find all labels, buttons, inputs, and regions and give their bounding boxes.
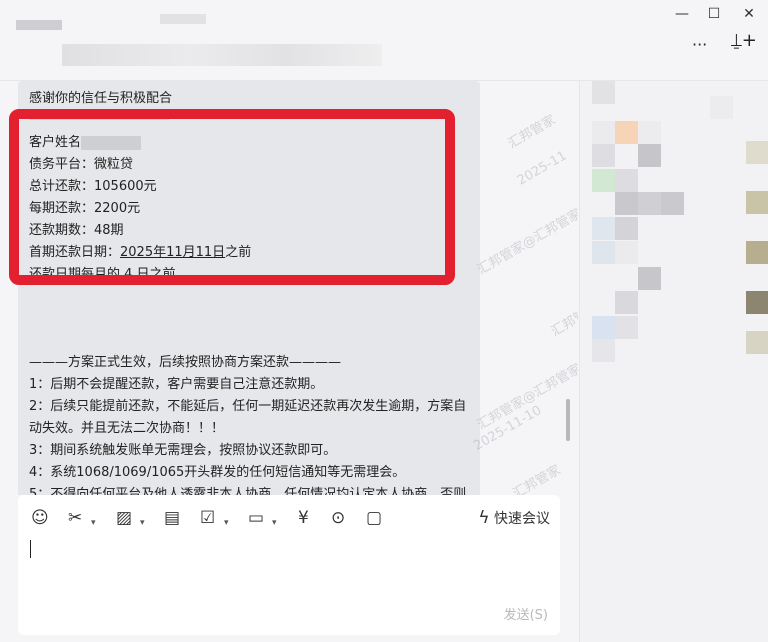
quick-meeting-label: 快速会议 [494, 511, 550, 527]
watermark: 汇邦管家 [510, 462, 564, 495]
sidebar-tile [710, 96, 733, 119]
more-icon[interactable]: ⊙ [331, 508, 345, 528]
text-cursor [30, 540, 31, 558]
lightning-icon: ϟ [478, 508, 490, 528]
more-options-icon[interactable]: ··· [692, 34, 707, 56]
sidebar-tile [615, 121, 638, 144]
close-button[interactable]: ✕ [739, 4, 759, 24]
rule-2a: 2：后续只能提前还款，不能延后，任何一期延迟还款再次发生逾期，方案自 [29, 399, 467, 414]
sidebar-tile [638, 192, 661, 215]
sidebar-tile [592, 217, 615, 240]
sidebar-tile [592, 81, 615, 104]
add-member-icon[interactable]: ⍊+ [731, 30, 757, 52]
maximize-button[interactable]: ☐ [704, 4, 724, 24]
sidebar-tile [592, 339, 615, 362]
minimize-button[interactable]: — [672, 4, 692, 24]
right-sidebar [579, 81, 768, 642]
sidebar-tile [746, 331, 768, 354]
watermark: 汇邦管家@汇邦管家 [475, 206, 578, 278]
send-button[interactable]: 发送(S) [504, 604, 548, 623]
message-list[interactable]: 感谢你的信任与积极配合 客户姓名 债务平台：微粒贷 总计还款：105600元 每… [0, 81, 578, 495]
sidebar-tile [746, 291, 768, 314]
money-icon[interactable]: ¥ [298, 508, 309, 528]
task-icon[interactable]: ☑ ▾ [200, 508, 229, 528]
chat-record-icon[interactable]: ▢ [366, 508, 382, 528]
sidebar-tile [638, 267, 661, 290]
highlight-box [9, 109, 455, 285]
chat-title-blurred [62, 44, 382, 66]
document-icon[interactable]: ▤ [164, 508, 180, 528]
sidebar-tile [615, 169, 638, 192]
rule-4: 4：系统1068/1069/1065开头群发的任何短信通知等无需理会。 [29, 465, 406, 480]
chevron-down-icon[interactable]: ▾ [140, 513, 145, 533]
chevron-down-icon[interactable]: ▾ [91, 513, 96, 533]
chat-header: ··· ⍊+ [0, 30, 768, 81]
emoji-icon[interactable]: ☺ [31, 508, 49, 528]
quick-meeting-button[interactable]: ϟ 快速会议 [478, 508, 550, 528]
sidebar-tile [746, 141, 768, 164]
sidebar-tile [592, 316, 615, 339]
chevron-down-icon[interactable]: ▾ [272, 513, 277, 533]
chevron-down-icon[interactable]: ▾ [224, 513, 229, 533]
message-scrollbar[interactable] [566, 399, 570, 441]
watermark: 2025-11 [514, 148, 570, 189]
folder-glyph: ▭ [248, 508, 265, 528]
folder-icon[interactable]: ▭ ▾ [248, 508, 277, 528]
sidebar-tile [638, 144, 661, 167]
sidebar-tile [592, 121, 615, 144]
scissors-glyph: ✂ [68, 508, 83, 528]
title-bar: — ☐ ✕ [0, 0, 768, 58]
sidebar-tile [615, 316, 638, 339]
sidebar-tile [615, 217, 638, 240]
watermark: 汇邦管家 [548, 300, 578, 340]
sidebar-tile [615, 291, 638, 314]
task-glyph: ☑ [200, 508, 216, 528]
window-title-blurred [160, 14, 206, 24]
sidebar-tile [746, 241, 768, 264]
screenshot-scissors-icon[interactable]: ✂ ▾ [68, 508, 96, 528]
sidebar-tile [592, 144, 615, 167]
sidebar-tile [592, 241, 615, 264]
message-input-area[interactable]: ☺ ✂ ▾ ▨ ▾ ▤ ☑ ▾ ▭ ▾ ¥ ⊙ ▢ ϟ 快速会议 发送(S) [18, 495, 560, 635]
rule-1: 1：后期不会提醒还款，客户需要自己注意还款期。 [29, 377, 324, 392]
sidebar-tile [746, 191, 768, 214]
divider-line: ———方案正式生效，后续按照协商方案还款———— [29, 355, 342, 370]
message-intro: 感谢你的信任与积极配合 [29, 91, 173, 106]
sidebar-tile [661, 192, 684, 215]
sidebar-tile [615, 192, 638, 215]
watermark: 汇邦管家 [505, 112, 559, 152]
sidebar-tile [592, 169, 615, 192]
sidebar-tile [638, 121, 661, 144]
rule-2b: 动失效。并且无法二次协商！！！ [29, 421, 225, 436]
image-icon[interactable]: ▨ ▾ [116, 508, 145, 528]
sidebar-tile [615, 241, 638, 264]
image-glyph: ▨ [116, 508, 133, 528]
rule-5: 5：不得向任何平台及他人透露非本人协商，任何情况均认定本人协商，否则 [29, 487, 467, 495]
rule-3: 3：期间系统触发账单无需理会，按照协议还款即可。 [29, 443, 337, 458]
